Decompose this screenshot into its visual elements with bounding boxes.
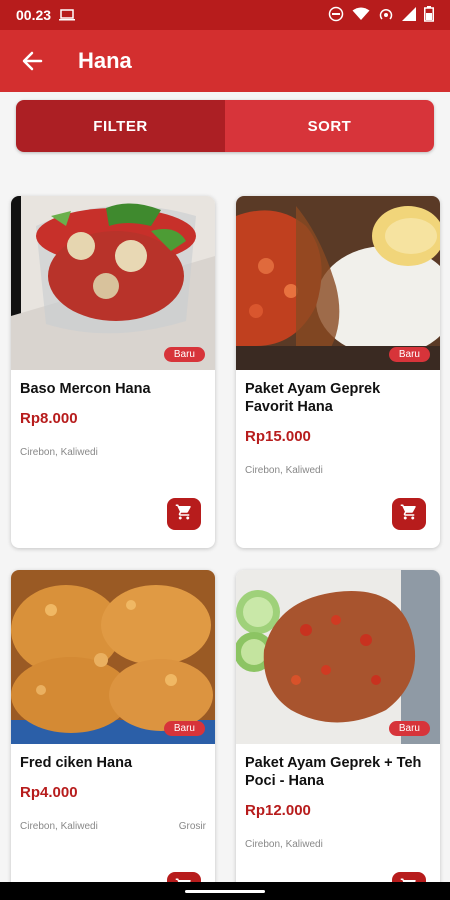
product-card[interactable]: Baru Baso Mercon Hana Rp8.000 Cirebon, K…	[11, 196, 215, 548]
status-time: 00.23	[16, 7, 52, 23]
filter-button[interactable]: FILTER	[16, 100, 225, 152]
home-gesture-handle[interactable]	[185, 889, 265, 893]
wifi-icon	[352, 7, 370, 24]
sort-button[interactable]: SORT	[225, 100, 434, 152]
battery-icon	[424, 5, 434, 25]
product-location: Cirebon, Kaliwedi	[20, 821, 98, 832]
new-badge: Baru	[163, 721, 205, 736]
product-location: Cirebon, Kaliwedi	[245, 839, 323, 850]
product-name: Fred ciken Hana	[20, 755, 133, 771]
new-badge: Baru	[163, 347, 205, 362]
product-price: Rp12.000	[245, 802, 311, 819]
add-to-cart-button[interactable]	[167, 498, 201, 530]
dnd-icon	[328, 6, 344, 25]
laptop-icon	[59, 9, 76, 21]
cart-icon	[400, 503, 418, 526]
wholesale-tag: Grosir	[178, 821, 206, 832]
app-bar: Hana	[0, 30, 450, 92]
system-nav-bar	[0, 882, 450, 900]
product-image: Baru	[236, 570, 440, 744]
arrow-left-icon[interactable]	[18, 47, 46, 75]
product-image: Baru	[11, 570, 215, 744]
product-image: Baru	[11, 196, 215, 370]
product-price: Rp8.000	[20, 410, 78, 427]
product-grid: Baru Baso Mercon Hana Rp8.000 Cirebon, K…	[11, 196, 441, 900]
product-location: Cirebon, Kaliwedi	[20, 447, 98, 458]
new-badge: Baru	[388, 347, 430, 362]
product-location: Cirebon, Kaliwedi	[245, 465, 323, 476]
product-card[interactable]: Baru Paket Ayam Geprek + Teh Poci - Hana…	[236, 570, 440, 900]
product-price: Rp4.000	[20, 784, 78, 801]
cart-icon	[175, 503, 193, 526]
product-name: Baso Mercon Hana	[20, 381, 151, 397]
product-name: Paket Ayam Geprek + Teh Poci - Hana	[245, 755, 422, 789]
signal-icon	[402, 6, 416, 24]
new-badge: Baru	[388, 721, 430, 736]
product-card[interactable]: Baru Fred ciken Hana Rp4.000 Cirebon, Ka…	[11, 570, 215, 900]
product-name: Paket Ayam Geprek Favorit Hana	[245, 381, 381, 415]
add-to-cart-button[interactable]	[392, 498, 426, 530]
hotspot-icon	[378, 6, 394, 25]
page-title: Hana	[78, 48, 132, 73]
status-bar: 00.23	[0, 0, 450, 30]
product-card[interactable]: Baru Paket Ayam Geprek Favorit Hana Rp15…	[236, 196, 440, 548]
product-price: Rp15.000	[245, 428, 311, 445]
filter-sort-toggle: FILTER SORT	[16, 100, 434, 152]
product-image: Baru	[236, 196, 440, 370]
